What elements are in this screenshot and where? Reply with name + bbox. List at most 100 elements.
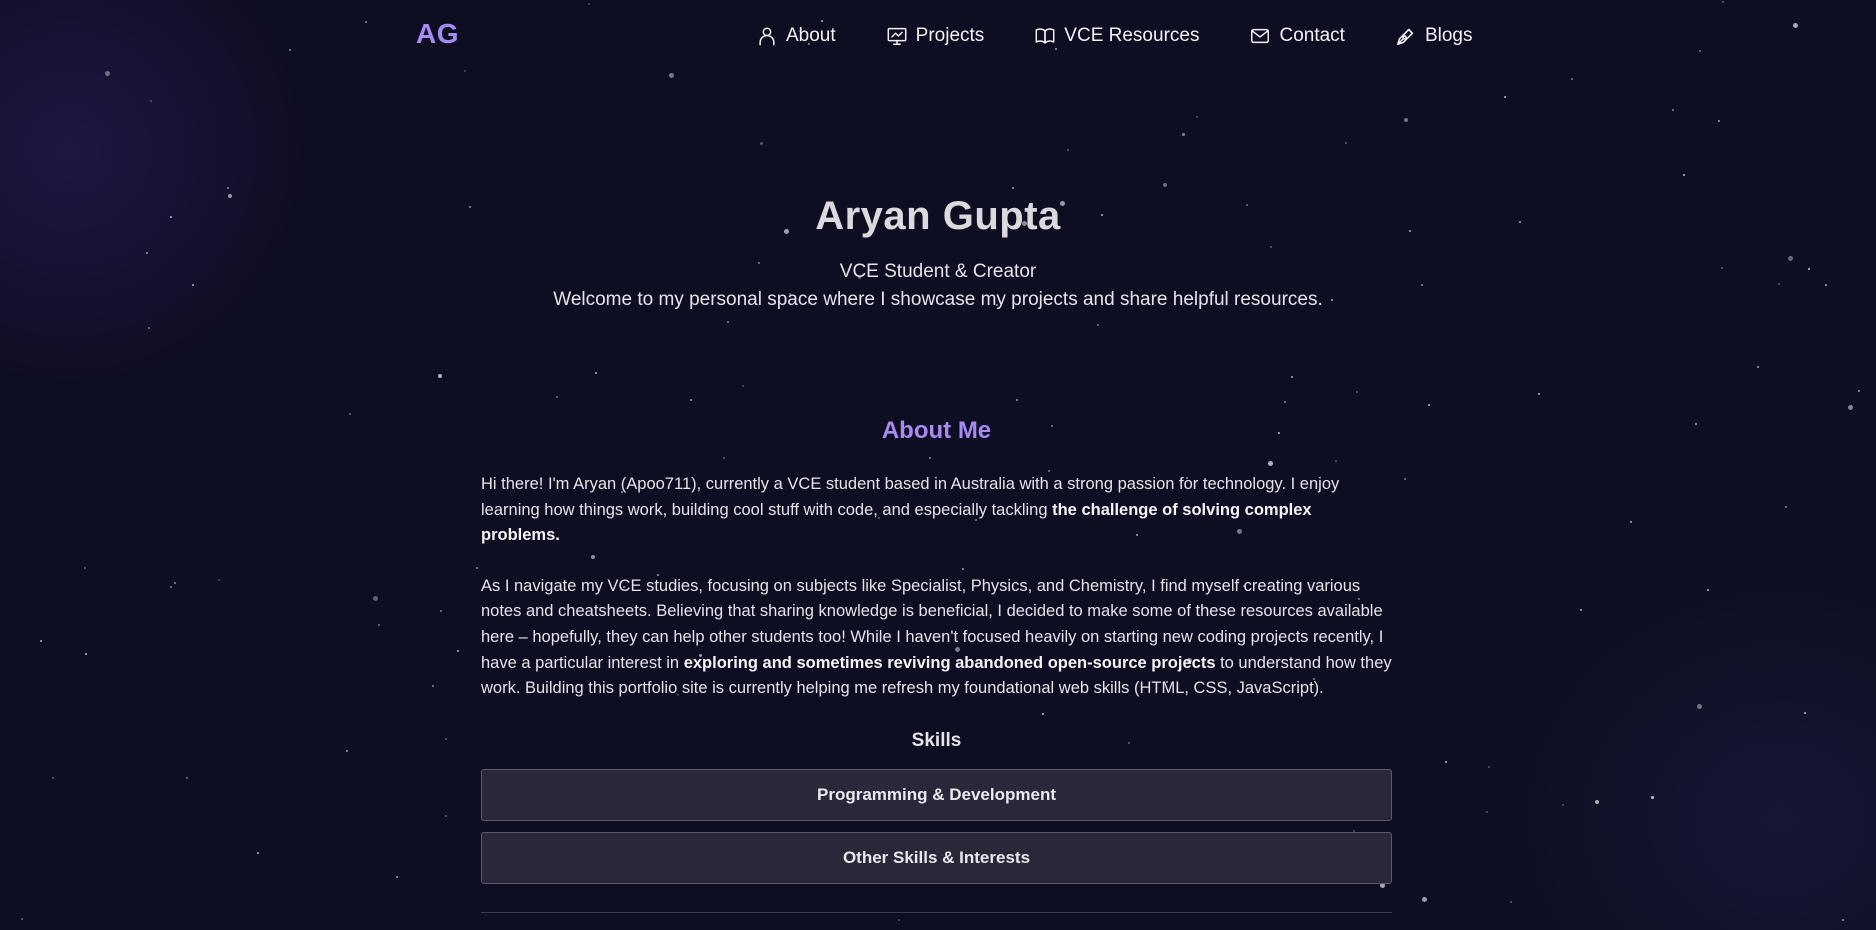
star-dot <box>1848 405 1853 410</box>
nav-item-contact[interactable]: Contact <box>1249 25 1345 47</box>
star-dot <box>1580 609 1582 611</box>
nav-item-projects[interactable]: Projects <box>886 25 985 47</box>
star-dot <box>1718 120 1720 122</box>
about-paragraph-2: As I navigate my VCE studies, focusing o… <box>481 574 1392 702</box>
star-dot <box>1672 109 1674 111</box>
star-dot <box>1016 399 1018 401</box>
star-dot <box>346 750 348 752</box>
star-dot <box>1097 324 1099 326</box>
star-dot <box>1356 391 1358 393</box>
star-dot <box>85 653 87 655</box>
star-dot <box>1284 401 1286 403</box>
star-dot <box>349 413 351 415</box>
nav-item-vce-resources[interactable]: VCE Resources <box>1034 25 1199 47</box>
star-dot <box>378 624 380 626</box>
star-dot <box>432 685 434 687</box>
star-dot <box>1757 366 1759 368</box>
nav-label-blogs: Blogs <box>1424 25 1473 46</box>
star-dot <box>40 640 42 642</box>
star-dot <box>373 596 378 601</box>
star-dot <box>898 919 900 921</box>
star-dot <box>1486 811 1488 813</box>
star-dot <box>174 582 176 584</box>
star-dot <box>1196 116 1198 118</box>
star-dot <box>1538 393 1540 395</box>
star-dot <box>760 142 763 145</box>
star-dot <box>1707 589 1709 591</box>
nav-label-contact: Contact <box>1279 25 1345 46</box>
star-dot <box>445 815 447 817</box>
nav-label-vce-resources: VCE Resources <box>1064 25 1200 46</box>
envelope-icon <box>1249 25 1271 47</box>
star-dot <box>1445 761 1447 763</box>
star-dot <box>742 385 744 387</box>
star-dot <box>1858 390 1860 392</box>
star-dot <box>1695 423 1697 425</box>
star-dot <box>595 372 597 374</box>
star-dot <box>1488 766 1490 768</box>
star-dot <box>186 777 188 779</box>
star-dot <box>1595 800 1599 804</box>
star-dot <box>1651 796 1654 799</box>
hero-tagline: VCE Student & Creator <box>839 261 1037 282</box>
star-dot <box>1697 704 1702 709</box>
star-dot <box>1683 174 1685 176</box>
star-dot <box>1504 96 1506 98</box>
star-dot <box>1422 897 1427 902</box>
star-dot <box>445 738 447 740</box>
section-divider <box>481 912 1392 913</box>
site-logo[interactable]: AG <box>416 18 459 50</box>
book-icon <box>1034 25 1056 47</box>
star-dot <box>669 73 674 78</box>
star-dot <box>1345 142 1347 144</box>
presentation-icon <box>886 25 908 47</box>
star-dot <box>438 374 442 378</box>
star-dot <box>1842 919 1844 921</box>
star-dot <box>457 650 459 652</box>
star-dot <box>396 876 398 878</box>
star-dot <box>1404 478 1406 480</box>
nav-label-about: About <box>786 25 836 46</box>
star-dot <box>1630 521 1632 523</box>
skill-toggle-programming[interactable]: Programming & Development <box>481 768 1392 821</box>
about-title: About Me <box>881 417 992 444</box>
pen-nib-icon <box>1395 25 1417 47</box>
star-dot <box>1291 376 1293 378</box>
hero-name: Aryan Gupta <box>815 194 1061 238</box>
about-paragraph-1: Hi there! I'm Aryan (Apoo711), currently… <box>481 472 1392 549</box>
star-dot <box>556 396 558 398</box>
star-dot <box>690 399 692 401</box>
star-dot <box>257 852 259 854</box>
star-dot <box>1804 712 1806 714</box>
star-dot <box>1163 183 1167 187</box>
hero-welcome: Welcome to my personal space where I sho… <box>553 289 1323 310</box>
star-dot <box>150 100 152 102</box>
star-dot <box>1571 78 1573 80</box>
main-nav: About Projects VCE Resources Contact Blo… <box>756 22 1472 50</box>
star-dot <box>148 327 150 329</box>
star-dot <box>1428 404 1430 406</box>
star-dot <box>1562 804 1564 806</box>
nav-label-projects: Projects <box>915 25 985 46</box>
site-header: AG About Projects VCE Resources Contact … <box>0 0 1876 72</box>
star-dot <box>52 777 54 779</box>
skills-title: Skills <box>911 729 962 751</box>
star-dot <box>440 610 442 612</box>
hero-section: Aryan Gupta VCE Student & Creator Welcom… <box>0 188 1876 312</box>
star-dot <box>218 579 220 581</box>
star-dot <box>1785 506 1787 508</box>
star-dot <box>1380 883 1385 888</box>
user-icon <box>756 25 778 47</box>
star-dot <box>170 586 172 588</box>
about-section: About Me Hi there! I'm Aryan (Apoo711), … <box>481 414 1392 884</box>
skill-toggle-other[interactable]: Other Skills & Interests <box>481 831 1392 884</box>
star-dot <box>1404 118 1408 122</box>
star-dot <box>1067 149 1069 151</box>
star-dot <box>84 567 86 569</box>
star-dot <box>727 321 729 323</box>
about-p2-emphasis: exploring and sometimes reviving abandon… <box>683 653 1216 672</box>
nav-item-about[interactable]: About <box>756 25 836 47</box>
nav-item-blogs[interactable]: Blogs <box>1395 25 1473 47</box>
star-dot <box>1510 901 1512 903</box>
star-dot <box>1182 133 1185 136</box>
